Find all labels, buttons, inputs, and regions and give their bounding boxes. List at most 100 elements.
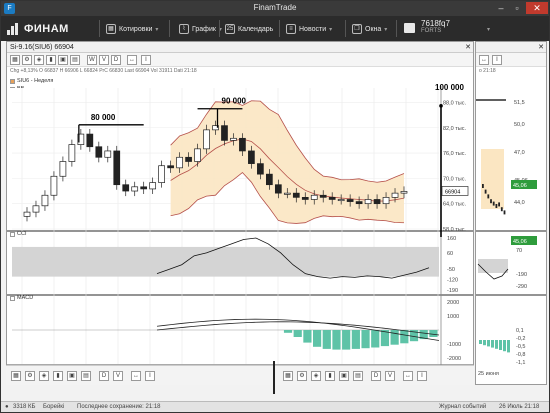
menu-quotes-label: Котировки <box>119 25 153 33</box>
candle-up <box>310 194 318 200</box>
macd-bar <box>313 330 322 347</box>
price-tag-label: 66904 <box>445 189 460 195</box>
candle-down <box>248 150 255 164</box>
status-server: Борейкi <box>43 404 65 410</box>
side-candle <box>484 189 487 194</box>
price-chart[interactable]: 88,0 тыс. 82,0 тыс. 76,0 тыс. 70,0 тыс. 64,0… <box>7 64 473 384</box>
cursor-icon[interactable]: I <box>417 371 427 381</box>
side-candle <box>487 194 490 199</box>
menu-chart[interactable]: ⌇ График ▾ <box>179 22 222 36</box>
y-tick-label: 70,0 тыс. <box>443 176 466 182</box>
candle-up <box>32 205 40 213</box>
finam-logo: ФИНАМ <box>7 21 69 37</box>
candle-down <box>274 184 282 194</box>
candle-up <box>104 150 112 158</box>
menu-windows[interactable]: ❐ Окна ▾ <box>352 22 387 36</box>
candle-up <box>59 161 67 177</box>
event-log-link[interactable]: Журнал событий <box>439 404 486 410</box>
legend-macd-label: MACD <box>17 295 34 301</box>
macd-bar <box>293 330 302 337</box>
y-tick-label: 88,0 тыс. <box>443 100 466 106</box>
chevron-down-icon: ▾ <box>155 26 159 33</box>
menu-quotes[interactable]: ▦ Котировки ▾ <box>106 22 158 36</box>
settings-icon[interactable]: ⚙ <box>297 371 307 381</box>
y-tick-label: -50 <box>447 267 455 273</box>
macd-bar <box>322 330 331 349</box>
image-icon[interactable]: ▤ <box>81 371 91 381</box>
side-panel-title-bar: ✕ <box>476 42 546 53</box>
window-title: FinamTrade <box>253 3 297 12</box>
menu-news[interactable]: ≡ Новости ▾ <box>286 22 332 36</box>
interval-custom-button[interactable]: V <box>385 371 395 381</box>
legend-cci-label: CCI <box>17 231 27 237</box>
candle-up <box>131 186 139 192</box>
macd-bar <box>361 330 370 349</box>
close-icon[interactable]: ✕ <box>465 42 471 53</box>
candle-up <box>203 129 210 150</box>
chevron-down-icon: ▾ <box>384 26 388 33</box>
close-icon[interactable]: ✕ <box>526 2 548 14</box>
side-macd-bar <box>495 340 498 349</box>
side-y-tick-label: 47,0 <box>514 150 525 156</box>
cci-range-band <box>12 246 439 277</box>
save-icon[interactable]: ▣ <box>339 371 349 381</box>
annotation-marker <box>439 104 443 108</box>
candle-down <box>319 194 327 198</box>
candle-up <box>337 199 345 202</box>
main-menu: ФИНАМ ▦ Котировки ▾ ⌇ График ▾ 25 Календ… <box>1 16 549 41</box>
close-icon[interactable]: ✕ <box>538 42 544 53</box>
legend-macd: MACD <box>10 295 33 301</box>
interval-custom-button[interactable]: V <box>113 371 123 381</box>
maximize-icon[interactable]: ▫ <box>509 2 525 14</box>
candle-up <box>68 144 76 162</box>
grid-icon[interactable]: ▦ <box>283 371 293 381</box>
candle-down <box>140 186 148 190</box>
interval-day-button[interactable]: D <box>99 371 109 381</box>
menu-calendar[interactable]: 25 Календарь <box>225 22 273 36</box>
candle-down <box>167 165 174 169</box>
candle-down <box>221 125 228 141</box>
side-macd-bar <box>479 340 482 344</box>
image-icon[interactable]: ▤ <box>353 371 363 381</box>
side-candle <box>492 201 495 206</box>
account-switcher[interactable]: 7618fq7 FORTS <box>421 19 450 34</box>
candle-up <box>23 211 31 217</box>
windows-icon: ❐ <box>352 24 362 34</box>
candle-down <box>328 197 336 200</box>
y-tick-label: 58,0 тыс. <box>443 227 466 233</box>
settings-icon[interactable]: ⚙ <box>25 371 35 381</box>
y-tick-label: 76,0 тыс. <box>443 151 466 157</box>
menu-calendar-label: Календарь <box>238 25 274 33</box>
layers-icon[interactable]: ◈ <box>311 371 321 381</box>
news-icon: ≡ <box>286 24 296 34</box>
candle-icon[interactable]: ▮ <box>53 371 63 381</box>
layers-icon[interactable]: ◈ <box>39 371 49 381</box>
minimize-icon[interactable]: – <box>493 2 509 14</box>
account-dropdown[interactable]: ▾ <box>487 22 490 36</box>
side-cci-band <box>478 259 508 273</box>
y-tick-label: -2000 <box>447 356 461 362</box>
candle-up <box>149 182 157 190</box>
candle-up <box>364 199 372 205</box>
interval-day-button[interactable]: D <box>371 371 381 381</box>
side-y-tick-label: 70 <box>516 248 522 254</box>
portfolio-icon[interactable] <box>404 23 415 33</box>
chevron-down-icon: ▾ <box>329 26 333 33</box>
macd-bar <box>303 330 312 343</box>
menu-divider <box>279 20 280 37</box>
side-y-tick-label: 44,0 <box>514 200 525 206</box>
candle-icon[interactable]: ▮ <box>325 371 335 381</box>
zoom-fit-icon[interactable]: ↔ <box>403 371 413 381</box>
menu-chart-label: График <box>192 25 216 33</box>
cursor-icon[interactable]: I <box>145 371 155 381</box>
side-bollinger-fill <box>481 149 504 209</box>
side-price-chart[interactable]: 51,550,047,045,0644,045,0645,0670-190-29… <box>476 64 546 384</box>
macd-bar <box>332 330 341 350</box>
zoom-fit-icon[interactable]: ↔ <box>131 371 141 381</box>
save-icon[interactable]: ▣ <box>67 371 77 381</box>
candle-down <box>292 192 300 198</box>
y-tick-label: 1000 <box>447 314 459 320</box>
side-candle <box>490 199 492 204</box>
logo-mark-icon <box>7 23 21 35</box>
grid-icon[interactable]: ▦ <box>11 371 21 381</box>
